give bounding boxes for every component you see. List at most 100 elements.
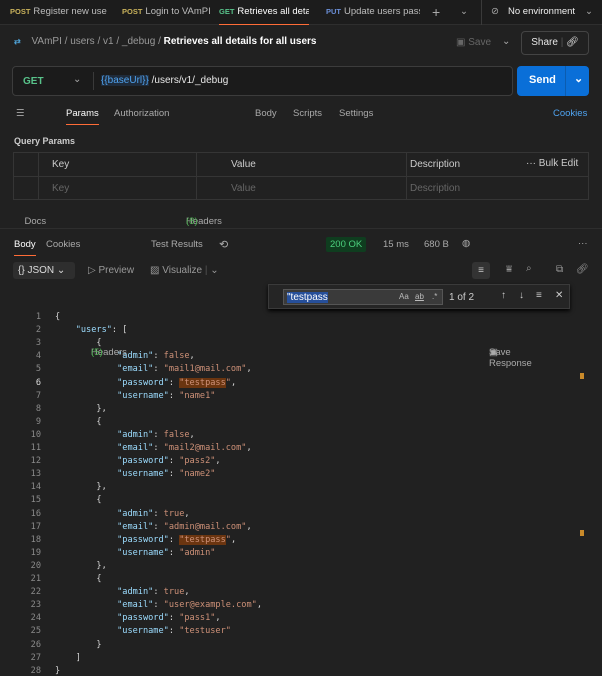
tab-register[interactable]: POST Register new use [10, 0, 108, 25]
tab-retrieves[interactable]: GETRetrieves all details [219, 0, 309, 25]
response-time[interactable]: 15 ms [383, 239, 409, 250]
json-punct: : [168, 626, 180, 637]
tab-authorization[interactable]: Authorization [114, 108, 169, 119]
json-punct [55, 325, 76, 335]
json-punct: , [215, 613, 221, 624]
status-badge[interactable]: 200 OK [326, 237, 367, 252]
method-select[interactable]: GET [23, 76, 44, 87]
json-punct: , [184, 508, 190, 519]
code-line: "email": "admin@mail.com", [55, 522, 252, 532]
format-select[interactable]: {} JSON ⌄ [13, 262, 75, 279]
tab-bar: POST Register new use POST Login to VAmPI … [0, 0, 602, 25]
json-punct: , [189, 429, 195, 440]
response-tab-test-results[interactable]: Test Results [151, 239, 203, 250]
code-line: "email": "user@example.com", [55, 600, 262, 610]
tab-params[interactable]: Params [66, 108, 99, 125]
value-input[interactable]: Value [231, 183, 256, 194]
json-punct: , [246, 443, 252, 453]
line-number: 25 [30, 626, 41, 637]
send-chevron-icon[interactable]: ⌄ [574, 72, 583, 85]
line-number: 24 [30, 613, 41, 624]
json-punct: { [55, 338, 102, 349]
next-match-icon[interactable]: ↓ [519, 290, 524, 301]
response-size[interactable]: 680 B [424, 239, 449, 250]
crumb-v1[interactable]: v1 [103, 36, 114, 47]
save-chevron-icon[interactable]: ⌄ [502, 36, 510, 47]
find-input[interactable]: "testpass Aa ab .* [283, 289, 443, 305]
tabs-chevron-icon[interactable]: ⌄ [460, 0, 468, 25]
save-button[interactable]: ▣ Save [456, 37, 491, 48]
json-punct: , [184, 587, 190, 598]
tab-update[interactable]: PUT Update users pass [326, 0, 420, 25]
code-line: "admin": false, [55, 430, 195, 440]
query-params-table: Key Value Description ··· Bulk Edit Key … [13, 152, 589, 200]
json-key: "users" [75, 325, 112, 336]
response-tab-body[interactable]: Body [14, 239, 36, 256]
col-value: Value [231, 159, 256, 170]
code-line: { [55, 417, 101, 427]
code-line: "username": "testuser" [55, 626, 231, 636]
visualize-button[interactable]: ▨ Visualize | ⌄ [150, 265, 219, 276]
more-icon[interactable]: ··· [578, 238, 588, 249]
filter-icon[interactable]: ⩸ [506, 264, 512, 275]
cookies-link[interactable]: Cookies [553, 108, 587, 119]
json-value: true [163, 587, 185, 598]
tab-scripts[interactable]: Scripts [293, 108, 322, 119]
tab-body[interactable]: Body [255, 108, 277, 119]
response-tab-cookies[interactable]: Cookies [46, 239, 80, 250]
json-key: "email" [117, 443, 154, 453]
link-icon[interactable]: 🔗︎ [576, 264, 589, 275]
json-punct: : [168, 534, 180, 545]
url-input[interactable]: {{baseUrl}} /users/v1/_debug [101, 75, 228, 86]
globe-icon[interactable]: ◍ [462, 238, 470, 249]
tab-docs[interactable]: ☰ Docs [16, 108, 46, 227]
preview-button[interactable]: ▷ Preview [88, 265, 134, 276]
crumb-debug[interactable]: _debug [122, 36, 155, 47]
previous-match-icon[interactable]: ↑ [501, 290, 506, 301]
regex-toggle[interactable]: .* [432, 292, 437, 301]
json-punct [55, 548, 117, 558]
json-punct [55, 378, 117, 388]
whole-word-toggle[interactable]: ab [415, 292, 424, 301]
bulk-edit-button[interactable]: ··· Bulk Edit [526, 158, 578, 169]
code-line: } [55, 666, 60, 676]
crumb-vampi[interactable]: VAmPI [31, 36, 61, 47]
code-line: "password": "testpass", [55, 377, 236, 388]
code-line: "username": "admin" [55, 548, 215, 558]
send-button[interactable]: Send ⌄ [517, 66, 589, 96]
crumb-users[interactable]: users [70, 36, 94, 47]
wrap-lines-icon[interactable]: ≡ [472, 262, 490, 279]
json-punct [55, 351, 117, 361]
play-icon: ▷ [88, 265, 99, 276]
http-icon: ⇄ [14, 37, 21, 46]
new-tab-icon[interactable]: + [432, 0, 440, 25]
request-title: Retrieves all details for all users [163, 36, 317, 47]
json-key: "username" [117, 469, 169, 480]
col-key: Key [52, 159, 70, 170]
key-input[interactable]: Key [52, 183, 69, 194]
match-case-toggle[interactable]: Aa [399, 292, 409, 301]
close-find-icon[interactable]: ✕ [555, 290, 563, 301]
json-value: "mail1@mail.com" [163, 364, 247, 375]
search-icon[interactable]: ⌕ [526, 263, 532, 274]
environment-chevron-icon[interactable]: ⌄ [585, 0, 593, 25]
method-chevron-icon[interactable]: ⌄ [73, 74, 81, 85]
line-number: 20 [30, 560, 41, 571]
environment-select[interactable]: No environment [508, 0, 575, 25]
code-line: }, [55, 404, 106, 414]
response-body-editor[interactable]: 1 {2 "users": [3 {4 "admin": false, 5 "ema… [0, 310, 580, 676]
json-punct: : [153, 443, 164, 453]
share-button[interactable]: Share | 🔗︎ [521, 31, 589, 55]
scroll-marker [580, 373, 584, 379]
tab-settings[interactable]: Settings [339, 108, 373, 119]
history-icon[interactable]: ⟲ [219, 238, 228, 251]
tab-login[interactable]: POST Login to VAmPI [122, 0, 212, 25]
json-punct: : [168, 613, 180, 624]
link-icon: 🔗︎ [566, 37, 579, 48]
line-number: 4 [35, 351, 41, 362]
copy-icon[interactable]: ⧉ [556, 264, 563, 275]
save-icon: ▣ [456, 37, 469, 48]
url-bar: GET ⌄ {{baseUrl}} /users/v1/_debug [12, 66, 513, 96]
description-input[interactable]: Description [410, 183, 460, 194]
find-in-selection-icon[interactable]: ≡ [536, 290, 542, 301]
